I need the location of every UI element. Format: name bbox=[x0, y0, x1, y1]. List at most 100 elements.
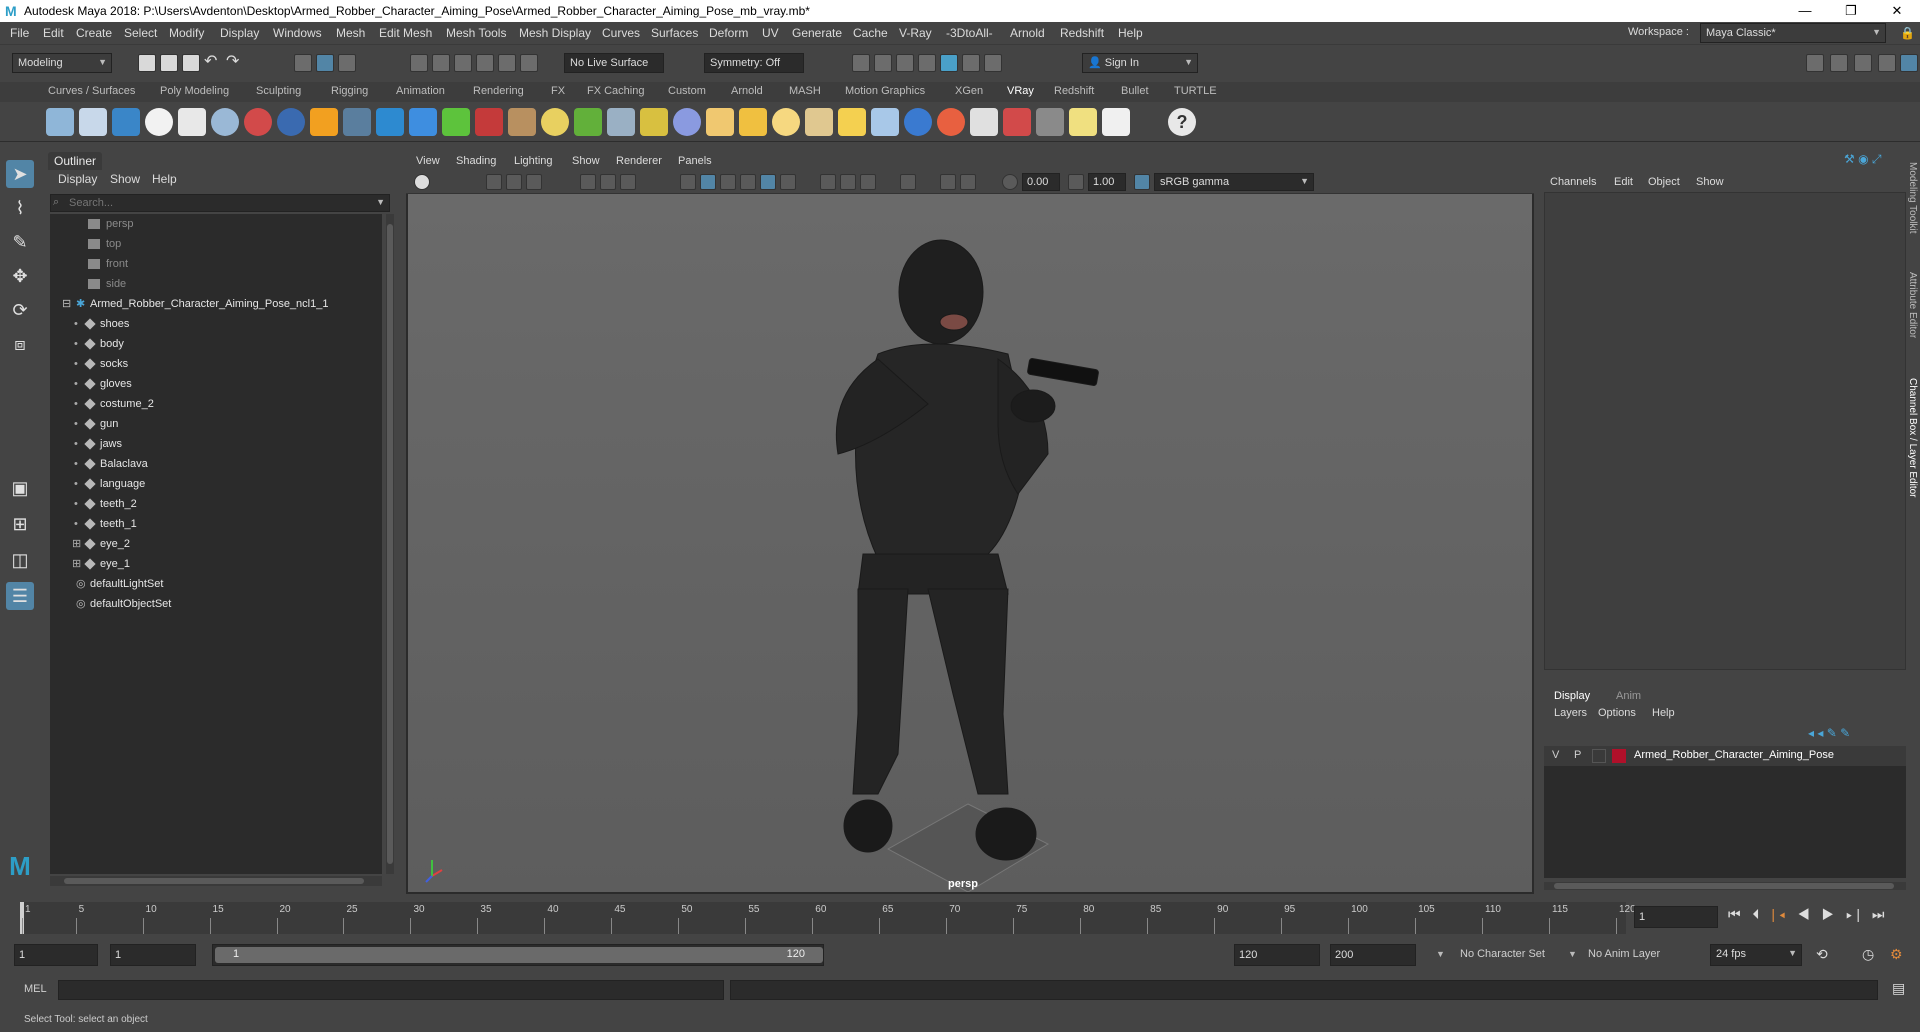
outliner-item-eye-2[interactable]: ⊞ eye_2 bbox=[50, 534, 382, 554]
loop-icon[interactable]: ⟲ bbox=[1816, 946, 1828, 963]
snap-view-icon[interactable] bbox=[476, 54, 494, 72]
single-perspective-layout-icon[interactable]: ▣ bbox=[6, 474, 34, 502]
grid-toggle-icon[interactable] bbox=[580, 174, 596, 190]
layer-color-swatch[interactable] bbox=[1612, 749, 1626, 763]
menu-mesh-tools[interactable]: Mesh Tools bbox=[446, 26, 506, 40]
pause-icon[interactable] bbox=[984, 54, 1002, 72]
snap-curve-icon[interactable] bbox=[432, 54, 450, 72]
playback-end-field[interactable]: 120 bbox=[1234, 944, 1320, 966]
menu-file[interactable]: File bbox=[10, 26, 29, 40]
vray-sun-icon[interactable] bbox=[838, 108, 866, 136]
shelf-tab-arnold[interactable]: Arnold bbox=[731, 85, 763, 97]
modeling-toolkit-tab[interactable]: Modeling Toolkit bbox=[1907, 162, 1918, 234]
lock-icon[interactable]: 🔒 bbox=[1900, 26, 1915, 40]
scrollbar-thumb[interactable] bbox=[387, 224, 393, 864]
range-bar-thumb[interactable]: 1 120 bbox=[215, 947, 823, 963]
select-tool-icon[interactable]: ➤ bbox=[6, 160, 34, 188]
shelf-tab-fx[interactable]: FX bbox=[551, 85, 565, 97]
vray-vfb-icon[interactable] bbox=[112, 108, 140, 136]
channel-box-tab[interactable]: Channel Box / Layer Editor bbox=[1907, 378, 1918, 498]
select-object-icon[interactable] bbox=[316, 54, 334, 72]
vray-hair-icon[interactable] bbox=[475, 108, 503, 136]
workspace-dropdown[interactable]: Maya Classic* ▼ bbox=[1700, 23, 1886, 43]
wireframe-icon[interactable] bbox=[680, 174, 696, 190]
exposure-icon[interactable] bbox=[1002, 174, 1018, 190]
layer-horizontal-scrollbar[interactable] bbox=[1544, 882, 1906, 890]
select-hierarchy-icon[interactable] bbox=[294, 54, 312, 72]
menu-select[interactable]: Select bbox=[124, 26, 157, 40]
xray-icon[interactable] bbox=[940, 174, 956, 190]
outliner-item-eye-1[interactable]: ⊞ eye_1 bbox=[50, 554, 382, 574]
tool-settings-toggle-icon[interactable] bbox=[1854, 54, 1872, 72]
menu-uv[interactable]: UV bbox=[762, 26, 779, 40]
two-pane-layout-icon[interactable]: ◫ bbox=[6, 546, 34, 574]
menu-cache[interactable]: Cache bbox=[853, 26, 888, 40]
channel-object-menu[interactable]: Object bbox=[1648, 176, 1680, 188]
outliner-item-gloves[interactable]: • gloves bbox=[50, 374, 382, 394]
mel-label[interactable]: MEL bbox=[24, 983, 47, 995]
layer-playback-toggle[interactable]: P bbox=[1574, 749, 1581, 761]
menu-vray[interactable]: V-Ray bbox=[899, 26, 932, 40]
outliner-vertical-scrollbar[interactable] bbox=[386, 214, 394, 874]
vray-globe-icon[interactable] bbox=[541, 108, 569, 136]
viewport-menu-show[interactable]: Show bbox=[572, 155, 600, 167]
vray-frame-buffer-icon[interactable] bbox=[1003, 108, 1031, 136]
outliner-item-gun[interactable]: • gun bbox=[50, 414, 382, 434]
open-scene-icon[interactable] bbox=[160, 54, 178, 72]
move-tool-icon[interactable]: ✥ bbox=[6, 262, 34, 290]
channels-menu[interactable]: Channels bbox=[1550, 176, 1596, 188]
render-settings-icon[interactable] bbox=[918, 54, 936, 72]
range-bar[interactable]: 1 120 bbox=[212, 944, 824, 966]
chevron-down-icon[interactable]: ▼ bbox=[376, 197, 385, 207]
layer-action-icons[interactable]: ◂ ◂ ✎ ✎ bbox=[1808, 726, 1850, 740]
vray-ies-light-icon[interactable] bbox=[805, 108, 833, 136]
lasso-tool-icon[interactable]: ⌇ bbox=[6, 194, 34, 222]
animation-start-field[interactable]: 1 bbox=[14, 944, 98, 966]
outliner-menu-help[interactable]: Help bbox=[152, 172, 177, 186]
layer-menu-options[interactable]: Options bbox=[1598, 707, 1636, 719]
render-sequence-icon[interactable] bbox=[874, 54, 892, 72]
anti-aliasing-icon[interactable] bbox=[860, 174, 876, 190]
wireframe-on-shaded-icon[interactable] bbox=[720, 174, 736, 190]
menu-windows[interactable]: Windows bbox=[273, 26, 322, 40]
chevron-down-icon[interactable]: ▼ bbox=[1436, 949, 1445, 959]
shelf-tab-motion-graphics[interactable]: Motion Graphics bbox=[845, 85, 925, 97]
four-view-layout-icon[interactable]: ⊞ bbox=[6, 510, 34, 538]
symmetry-dropdown[interactable]: Symmetry: Off bbox=[704, 53, 804, 73]
vray-log-icon[interactable] bbox=[178, 108, 206, 136]
vray-mesh-icon[interactable] bbox=[343, 108, 371, 136]
shelf-tab-poly-modeling[interactable]: Poly Modeling bbox=[160, 85, 229, 97]
shelf-tab-xgen[interactable]: XGen bbox=[955, 85, 983, 97]
vray-dome-light-icon[interactable] bbox=[706, 108, 734, 136]
gamma-field[interactable]: 1.00 bbox=[1088, 173, 1126, 191]
snap-grid-icon[interactable] bbox=[410, 54, 428, 72]
fps-dropdown[interactable]: 24 fps ▼ bbox=[1710, 944, 1802, 966]
menu-mesh-display[interactable]: Mesh Display bbox=[519, 26, 591, 40]
vray-render-icon[interactable] bbox=[940, 54, 958, 72]
auto-key-icon[interactable]: ◷ bbox=[1862, 946, 1874, 963]
motion-blur-icon[interactable] bbox=[840, 174, 856, 190]
ipr-icon[interactable] bbox=[896, 54, 914, 72]
minimize-button[interactable]: — bbox=[1782, 0, 1828, 22]
layer-menu-layers[interactable]: Layers bbox=[1554, 707, 1587, 719]
outliner-item-jaws[interactable]: • jaws bbox=[50, 434, 382, 454]
layer-menu-help[interactable]: Help bbox=[1652, 707, 1675, 719]
chevron-down-icon[interactable]: ▼ bbox=[1568, 949, 1577, 959]
vray-car-paint-icon[interactable] bbox=[277, 108, 305, 136]
render-icon[interactable] bbox=[852, 54, 870, 72]
layer-tab-anim[interactable]: Anim bbox=[1616, 690, 1641, 702]
vray-sphere-light-icon[interactable] bbox=[772, 108, 800, 136]
channel-box-toggle-icon[interactable] bbox=[1878, 54, 1896, 72]
close-button[interactable]: ✕ bbox=[1874, 0, 1920, 22]
viewport-menu-shading[interactable]: Shading bbox=[456, 155, 496, 167]
vray-mtl-icon[interactable] bbox=[211, 108, 239, 136]
vray-prism-icon[interactable] bbox=[442, 108, 470, 136]
outliner-item-front[interactable]: front bbox=[50, 254, 382, 274]
vray-blend-mtl-icon[interactable] bbox=[244, 108, 272, 136]
layer-type-toggle[interactable] bbox=[1592, 749, 1606, 763]
shadows-icon[interactable] bbox=[780, 174, 796, 190]
viewport-scene[interactable]: persp bbox=[408, 194, 1532, 893]
bookmark-icon[interactable] bbox=[506, 174, 522, 190]
outliner-item-default-object-set[interactable]: ◎ defaultObjectSet bbox=[50, 594, 382, 614]
vray-curve-icon[interactable] bbox=[640, 108, 668, 136]
